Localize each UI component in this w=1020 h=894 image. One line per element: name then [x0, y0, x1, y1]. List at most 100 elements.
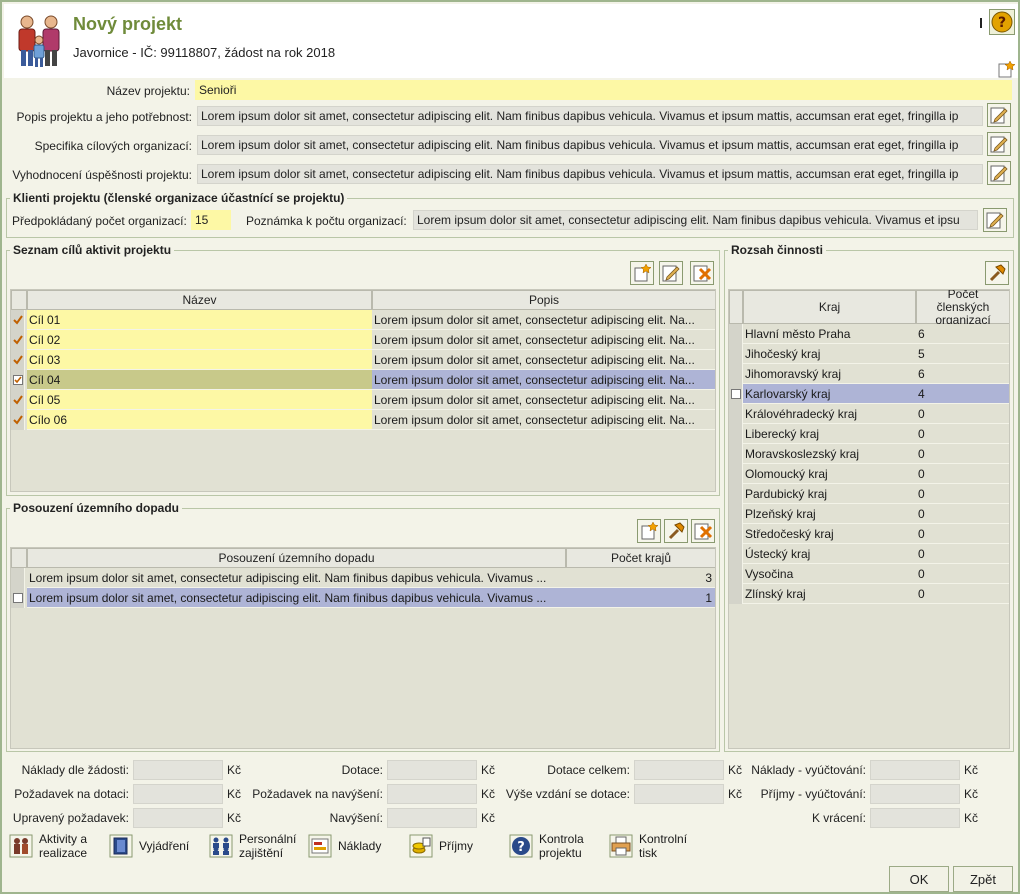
row-selector[interactable] — [729, 384, 743, 404]
cell-nazev: Cíl 05 — [27, 390, 372, 410]
row-selector[interactable] — [729, 444, 743, 464]
naklady-vyuctovani-label: Náklady - vyúčtování: — [751, 763, 866, 777]
row-selector[interactable] — [729, 584, 743, 604]
dotace-field[interactable] — [387, 760, 477, 780]
table-row[interactable]: Lorem ipsum dolor sit amet, consectetur … — [11, 568, 715, 588]
posouzeni-delete-button[interactable] — [691, 519, 715, 543]
cell-pocet: 0 — [916, 484, 1009, 504]
help-button[interactable]: ? — [989, 9, 1015, 35]
cile-add-button[interactable] — [630, 261, 654, 285]
dotace-celkem-label: Dotace celkem: — [547, 763, 630, 777]
row-selector[interactable] — [729, 364, 743, 384]
popis-edit-button[interactable] — [987, 103, 1011, 127]
nav-aktivity[interactable]: Aktivity a realizace — [9, 832, 87, 860]
prijmy-vyuctovani-field[interactable] — [870, 784, 960, 804]
table-row[interactable]: Cíl 05 Lorem ipsum dolor sit amet, consec… — [11, 390, 715, 410]
row-selector[interactable] — [729, 464, 743, 484]
row-selector[interactable] — [729, 564, 743, 584]
row-selector[interactable] — [11, 410, 25, 430]
back-button[interactable]: Zpět — [953, 866, 1013, 892]
dotace-celkem-field[interactable] — [634, 760, 724, 780]
naklady-zadost-field[interactable] — [133, 760, 223, 780]
check-icon — [12, 395, 23, 405]
cell-kraj: Liberecký kraj — [743, 424, 916, 444]
popis-field[interactable]: Lorem ipsum dolor sit amet, consectetur … — [197, 106, 983, 126]
naklady-vyuctovani-field[interactable] — [870, 760, 960, 780]
table-row[interactable]: Ústecký kraj 0 — [729, 544, 1009, 564]
upraveny-pozadavek-field[interactable] — [133, 808, 223, 828]
k-vraceni-field[interactable] — [870, 808, 960, 828]
row-selector[interactable] — [11, 568, 25, 588]
row-selector[interactable] — [11, 588, 25, 608]
pozadavek-dotaci-field[interactable] — [133, 784, 223, 804]
row-selector[interactable] — [729, 524, 743, 544]
vyhodnoceni-field[interactable]: Lorem ipsum dolor sit amet, consectetur … — [197, 164, 983, 184]
nav-kontrola[interactable]: ? Kontrola projektu — [509, 832, 584, 860]
posouzeni-add-button[interactable] — [637, 519, 661, 543]
table-row[interactable]: Cíl 04 Lorem ipsum dolor sit amet, consec… — [11, 370, 715, 390]
svg-text:?: ? — [998, 15, 1006, 31]
nazev-field[interactable]: Senioři — [195, 80, 1012, 100]
table-row[interactable]: Jihočeský kraj 5 — [729, 344, 1009, 364]
navyseni-field[interactable] — [387, 808, 477, 828]
posouzeni-col-text[interactable]: Posouzení územního dopadu — [27, 548, 566, 568]
vyse-vzdani-field[interactable] — [634, 784, 724, 804]
rozsah-edit-button[interactable] — [985, 261, 1009, 285]
nav-prijmy[interactable]: Příjmy — [409, 834, 473, 858]
currency: Kč — [227, 787, 242, 801]
row-selector[interactable] — [729, 484, 743, 504]
table-row[interactable]: Pardubický kraj 0 — [729, 484, 1009, 504]
prijmy-vyuctovani-label: Příjmy - vyúčtování: — [760, 787, 866, 801]
rozsah-col-pocet[interactable]: Počet členských organizací — [916, 290, 1009, 326]
specifika-field[interactable]: Lorem ipsum dolor sit amet, consectetur … — [197, 135, 983, 155]
table-row[interactable]: Liberecký kraj 0 — [729, 424, 1009, 444]
cile-col-popis[interactable]: Popis — [372, 290, 715, 310]
table-row[interactable]: Cílo 06 Lorem ipsum dolor sit amet, conse… — [11, 410, 715, 430]
row-selector[interactable] — [729, 344, 743, 364]
new-document-icon[interactable] — [997, 60, 1015, 78]
cile-edit-button[interactable] — [659, 261, 683, 285]
row-selector[interactable] — [729, 404, 743, 424]
table-row[interactable]: Hlavní město Praha 6 — [729, 324, 1009, 344]
row-selector[interactable] — [729, 504, 743, 524]
row-selector[interactable] — [11, 370, 25, 390]
table-row[interactable]: Cíl 01 Lorem ipsum dolor sit amet, consec… — [11, 310, 715, 330]
table-row[interactable]: Středočeský kraj 0 — [729, 524, 1009, 544]
table-row[interactable]: Olomoucký kraj 0 — [729, 464, 1009, 484]
table-row[interactable]: Moravskoslezský kraj 0 — [729, 444, 1009, 464]
checkbox-icon — [730, 389, 741, 399]
row-selector[interactable] — [729, 544, 743, 564]
nav-vyjadreni[interactable]: Vyjádření — [109, 834, 189, 858]
nav-tisk[interactable]: Kontrolní tisk — [609, 832, 687, 860]
table-row[interactable]: Zlínský kraj 0 — [729, 584, 1009, 604]
row-selector[interactable] — [11, 390, 25, 410]
row-selector[interactable] — [729, 424, 743, 444]
posouzeni-edit-button[interactable] — [664, 519, 688, 543]
row-selector[interactable] — [11, 330, 25, 350]
vyhodnoceni-edit-button[interactable] — [987, 161, 1011, 185]
row-selector[interactable] — [11, 350, 25, 370]
poznamka-edit-button[interactable] — [983, 208, 1007, 232]
table-row[interactable]: Cíl 02 Lorem ipsum dolor sit amet, consec… — [11, 330, 715, 350]
table-row[interactable]: Jihomoravský kraj 6 — [729, 364, 1009, 384]
table-row[interactable]: Vysočina 0 — [729, 564, 1009, 584]
cile-col-nazev[interactable]: Název — [27, 290, 372, 310]
rozsah-col-kraj[interactable]: Kraj — [743, 290, 916, 324]
pozadavek-navyseni-field[interactable] — [387, 784, 477, 804]
row-selector[interactable] — [729, 324, 743, 344]
table-row[interactable]: Lorem ipsum dolor sit amet, consectetur … — [11, 588, 715, 608]
nav-personalni[interactable]: Personální zajištění — [209, 832, 296, 860]
table-row[interactable]: Cíl 03 Lorem ipsum dolor sit amet, consec… — [11, 350, 715, 370]
posouzeni-col-pocet[interactable]: Počet krajů — [566, 548, 715, 568]
nav-naklady[interactable]: Náklady — [308, 834, 381, 858]
table-row[interactable]: Královéhradecký kraj 0 — [729, 404, 1009, 424]
add-icon — [641, 521, 659, 540]
row-selector[interactable] — [11, 310, 25, 330]
ok-button[interactable]: OK — [889, 866, 949, 892]
pocet-field[interactable]: 15 — [191, 210, 231, 230]
table-row[interactable]: Karlovarský kraj 4 — [729, 384, 1009, 404]
cile-delete-button[interactable] — [690, 261, 714, 285]
specifika-edit-button[interactable] — [987, 132, 1011, 156]
poznamka-field[interactable]: Lorem ipsum dolor sit amet, consectetur … — [413, 210, 978, 230]
table-row[interactable]: Plzeňský kraj 0 — [729, 504, 1009, 524]
